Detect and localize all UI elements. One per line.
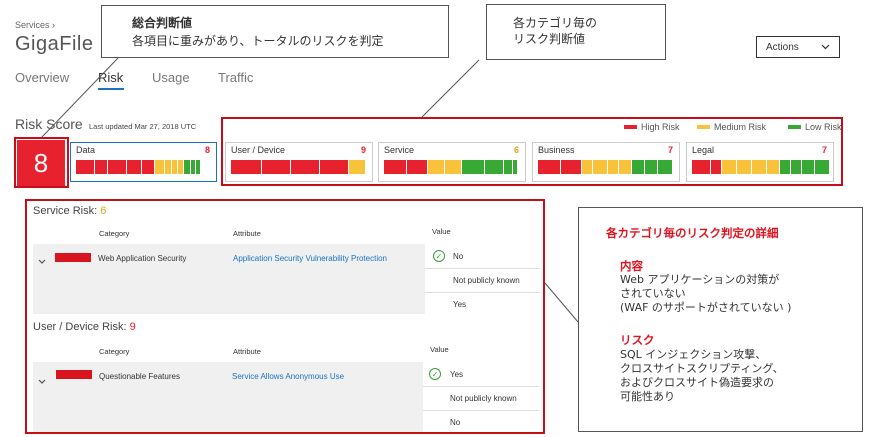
risk-body: SQL インジェクション攻撃、 クロスサイトスクリプティング、 およびクロスサイ… — [620, 348, 784, 403]
callout-detail-title: 各カテゴリ毎のリスク判定の詳細 — [606, 226, 779, 240]
callout-category-line1: 各カテゴリ毎の — [513, 16, 598, 30]
risk-heading: リスク — [620, 333, 655, 347]
callout-detail: 各カテゴリ毎のリスク判定の詳細 内容 Web アプリケーションの対策が されてい… — [578, 207, 863, 432]
callout-category-line2: リスク判断値 — [513, 32, 586, 46]
content-heading: 内容 — [620, 259, 643, 273]
callout-category: 各カテゴリ毎の リスク判断値 — [486, 4, 666, 60]
content-body: Web アプリケーションの対策が されていない (WAF のサポートがされていな… — [620, 273, 792, 314]
